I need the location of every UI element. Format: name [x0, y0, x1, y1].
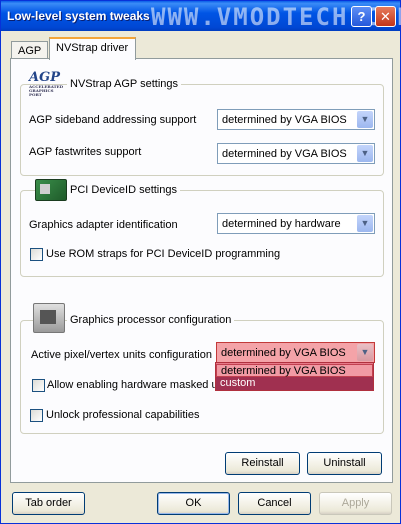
gpu-chip-icon	[33, 303, 65, 333]
tab-nvstrap-driver[interactable]: NVStrap driver	[49, 37, 136, 60]
apply-button[interactable]: Apply	[319, 492, 392, 515]
adapter-id-value: determined by hardware	[222, 218, 341, 230]
title-bar[interactable]: Low-level system tweaks WWW.VMODTECH.COM…	[1, 1, 401, 31]
agp-sideband-value: determined by VGA BIOS	[222, 114, 347, 126]
dropdown-option-custom[interactable]: custom	[216, 377, 373, 390]
gpu-group-title: Graphics processor configuration	[67, 314, 235, 326]
agp-logo-text: AGP	[29, 70, 60, 85]
units-dropdown-list: determined by VGA BIOS custom	[215, 362, 374, 391]
tab-agp[interactable]: AGP	[11, 41, 48, 59]
rom-straps-checkbox[interactable]	[30, 248, 43, 261]
uninstall-button[interactable]: Uninstall	[307, 452, 382, 475]
adapter-id-select[interactable]: determined by hardware ▼	[217, 213, 375, 234]
dialog-window: Low-level system tweaks WWW.VMODTECH.COM…	[0, 0, 401, 524]
agp-logo-icon: AGP ACCELERATED GRAPHICS PORT	[29, 70, 63, 97]
adapter-id-label: Graphics adapter identification	[29, 219, 178, 231]
tab-order-button[interactable]: Tab order	[12, 492, 85, 515]
help-button[interactable]: ?	[351, 6, 372, 27]
agp-fastwrites-select[interactable]: determined by VGA BIOS ▼	[217, 143, 375, 164]
masked-units-label[interactable]: Allow enabling hardware masked un	[47, 379, 224, 391]
pci-card-icon	[35, 179, 67, 201]
tab-panel: AGP ACCELERATED GRAPHICS PORT NVStrap AG…	[10, 58, 393, 483]
agp-logo-subtext: ACCELERATED GRAPHICS PORT	[29, 84, 64, 97]
dropdown-option-vga-bios[interactable]: determined by VGA BIOS	[216, 364, 373, 377]
window-title: Low-level system tweaks	[7, 9, 150, 23]
rom-straps-label[interactable]: Use ROM straps for PCI DeviceID programm…	[46, 248, 280, 260]
chevron-down-icon[interactable]: ▼	[357, 111, 373, 128]
units-config-value: determined by VGA BIOS	[221, 347, 346, 359]
units-config-select[interactable]: determined by VGA BIOS ▼	[216, 342, 375, 363]
agp-fastwrites-label: AGP fastwrites support	[29, 146, 142, 158]
agp-fastwrites-value: determined by VGA BIOS	[222, 148, 347, 160]
cancel-button[interactable]: Cancel	[238, 492, 311, 515]
chevron-down-icon[interactable]: ▼	[357, 145, 373, 162]
reinstall-button[interactable]: Reinstall	[225, 452, 300, 475]
unlock-pro-label[interactable]: Unlock professional capabilities	[46, 409, 199, 421]
units-config-label: Active pixel/vertex units configuration	[31, 349, 212, 361]
close-button[interactable]: ✕	[375, 6, 396, 27]
agp-sideband-label: AGP sideband addressing support	[29, 114, 197, 126]
pci-group-title: PCI DeviceID settings	[67, 184, 180, 196]
chevron-down-icon[interactable]: ▼	[357, 215, 373, 232]
agp-sideband-select[interactable]: determined by VGA BIOS ▼	[217, 109, 375, 130]
chevron-down-icon[interactable]: ▼	[357, 344, 373, 361]
unlock-pro-checkbox[interactable]	[30, 409, 43, 422]
agp-group-title: NVStrap AGP settings	[67, 78, 182, 90]
masked-units-checkbox[interactable]	[32, 379, 45, 392]
ok-button[interactable]: OK	[157, 492, 230, 515]
